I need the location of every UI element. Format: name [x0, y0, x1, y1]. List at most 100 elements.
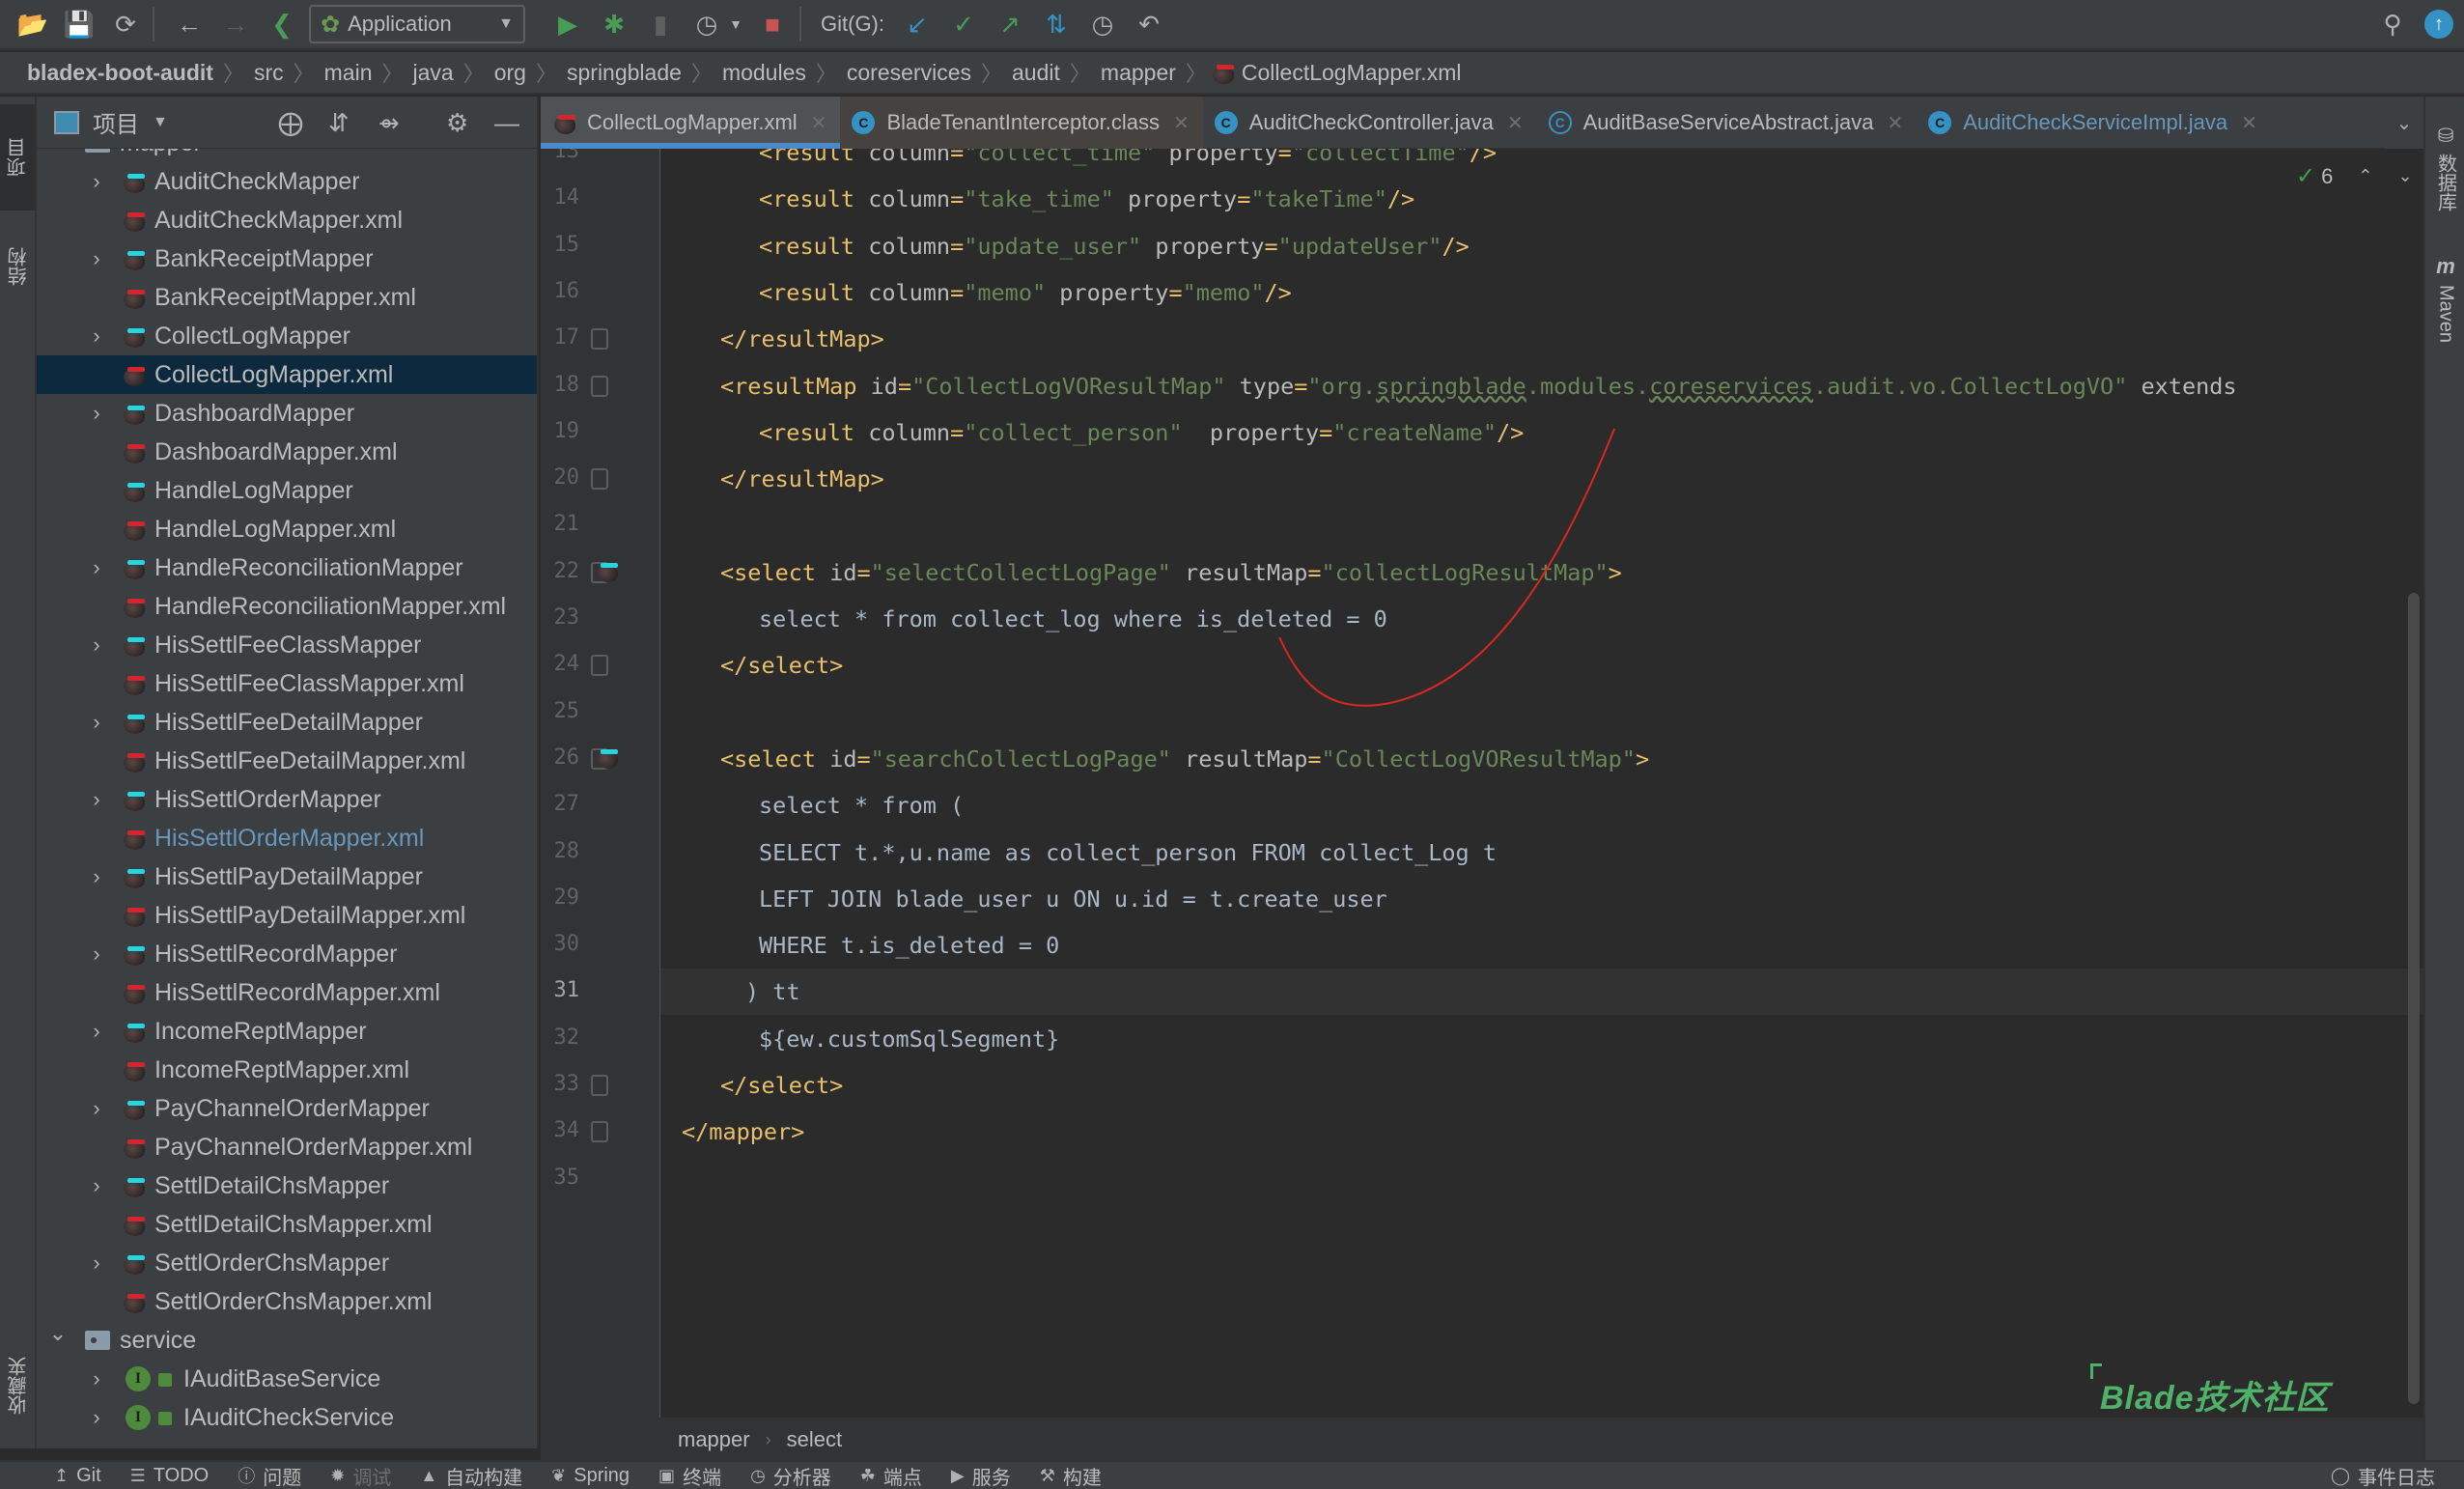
- sync-icon[interactable]: ⟳: [106, 5, 145, 43]
- history-icon[interactable]: ◷: [1083, 5, 1122, 43]
- tree-item[interactable]: › AuditCheckMapper: [37, 162, 537, 201]
- close-tab-icon[interactable]: ✕: [1887, 111, 1903, 135]
- tool-window-terminal[interactable]: ▣ 终端: [658, 1462, 721, 1489]
- update-icon[interactable]: ↑: [2420, 5, 2458, 43]
- tree-item[interactable]: HandleReconciliationMapper.xml: [37, 587, 537, 626]
- chevron-down-icon[interactable]: ⌄: [46, 1321, 70, 1346]
- editor-tab[interactable]: C AuditCheckServiceImpl.java ✕: [1917, 97, 2271, 149]
- chevron-right-icon[interactable]: ›: [85, 632, 108, 658]
- chevron-right-icon[interactable]: ›: [85, 1405, 108, 1430]
- tool-window-profiler[interactable]: ◷ 分析器: [750, 1462, 831, 1489]
- editor-tab[interactable]: CollectLogMapper.xml ✕: [541, 97, 841, 149]
- tool-window-services[interactable]: ▶ 服务: [951, 1462, 1011, 1489]
- breadcrumb-main[interactable]: main: [319, 60, 378, 86]
- hide-panel-icon[interactable]: —: [494, 108, 519, 138]
- tool-window-git[interactable]: ↥ Git: [54, 1465, 101, 1487]
- chevron-right-icon[interactable]: ›: [85, 787, 108, 812]
- show-tabs-chevron-icon[interactable]: ⌄: [2385, 97, 2423, 149]
- tree-item[interactable]: HisSettlFeeClassMapper.xml: [37, 664, 537, 703]
- tree-item[interactable]: › BankReceiptMapper: [37, 239, 537, 278]
- locate-file-icon[interactable]: ⨁: [278, 108, 303, 138]
- tree-item[interactable]: › HisSettlFeeDetailMapper: [37, 703, 537, 742]
- run-configuration-select[interactable]: ✿ Application ▼: [309, 5, 525, 43]
- editor-scrollbar[interactable]: [2408, 593, 2420, 1404]
- breadcrumb-src[interactable]: src: [248, 60, 290, 86]
- tree-item[interactable]: HisSettlOrderMapper.xml: [37, 819, 537, 857]
- save-icon[interactable]: 💾: [60, 5, 98, 43]
- stop-icon[interactable]: ■: [753, 5, 792, 43]
- profile-icon[interactable]: ◷: [687, 5, 726, 43]
- breadcrumb-springblade[interactable]: springblade: [561, 60, 687, 86]
- chevron-down-icon[interactable]: ▼: [153, 114, 168, 131]
- tool-window-todo-list[interactable]: ☰ TODO: [130, 1465, 210, 1487]
- editor-tab[interactable]: C AuditBaseServiceAbstract.java ✕: [1537, 97, 1918, 149]
- tool-window-endpoints[interactable]: ☘ 端点: [860, 1462, 922, 1489]
- tree-item[interactable]: DashboardMapper.xml: [37, 433, 537, 471]
- editor-breadcrumb-select[interactable]: select: [787, 1427, 842, 1452]
- collapse-all-icon[interactable]: ⇴: [378, 108, 400, 138]
- chevron-right-icon[interactable]: ›: [85, 1173, 108, 1198]
- close-tab-icon[interactable]: ✕: [1507, 111, 1524, 135]
- tree-item[interactable]: HisSettlPayDetailMapper.xml: [37, 896, 537, 935]
- tree-item[interactable]: AuditCheckMapper.xml: [37, 201, 537, 239]
- chevron-right-icon[interactable]: ›: [85, 1096, 108, 1121]
- git-commit-icon[interactable]: ✓: [944, 5, 983, 43]
- tree-item[interactable]: › HisSettlOrderMapper: [37, 780, 537, 819]
- search-icon[interactable]: ⚲: [2373, 5, 2412, 43]
- run-icon[interactable]: ▶: [548, 5, 587, 43]
- breadcrumb-mapper[interactable]: mapper: [1095, 60, 1182, 86]
- tree-item[interactable]: › HisSettlRecordMapper: [37, 935, 537, 973]
- editor-tab[interactable]: C BladeTenantInterceptor.class ✕: [840, 97, 1203, 149]
- breadcrumb-project[interactable]: bladex-boot-audit: [21, 60, 219, 86]
- debug-icon[interactable]: ✱: [595, 5, 633, 43]
- close-tab-icon[interactable]: ✕: [811, 111, 827, 135]
- breadcrumb-java[interactable]: java: [407, 60, 460, 86]
- forward-icon[interactable]: →: [216, 5, 255, 43]
- chevron-right-icon[interactable]: ›: [85, 941, 108, 967]
- tree-item[interactable]: › CollectLogMapper: [37, 317, 537, 355]
- tree-item[interactable]: HandleLogMapper.xml: [37, 510, 537, 548]
- breadcrumb-file[interactable]: CollectLogMapper.xml: [1236, 60, 1468, 86]
- editor-breadcrumb-mapper[interactable]: mapper: [678, 1427, 750, 1452]
- favorites-tool-tab[interactable]: 收藏夹: [4, 1323, 33, 1448]
- chevron-right-icon[interactable]: ›: [85, 169, 108, 194]
- structure-tool-tab[interactable]: 结构: [4, 218, 33, 315]
- tree-item[interactable]: HisSettlFeeDetailMapper.xml: [37, 742, 537, 780]
- tool-window-debug[interactable]: ✹ 调试: [330, 1462, 391, 1489]
- tree-item[interactable]: › IncomeReptMapper: [37, 1012, 537, 1051]
- breadcrumb-coreservices[interactable]: coreservices: [841, 60, 977, 86]
- maven-tool-tab[interactable]: m Maven: [2431, 245, 2460, 351]
- tree-item[interactable]: BankReceiptMapper.xml: [37, 278, 537, 317]
- tool-window-spring-leaf[interactable]: ❦ Spring: [551, 1465, 630, 1487]
- chevron-right-icon[interactable]: ›: [85, 710, 108, 735]
- tree-folder[interactable]: ⌄ service: [37, 1321, 537, 1360]
- back-icon[interactable]: ←: [170, 5, 209, 43]
- tree-item[interactable]: › DashboardMapper: [37, 394, 537, 433]
- close-tab-icon[interactable]: ✕: [2241, 111, 2257, 135]
- git-merge-icon[interactable]: ⇅: [1037, 5, 1076, 43]
- editor-tab[interactable]: C AuditCheckController.java ✕: [1203, 97, 1537, 149]
- tree-item[interactable]: HisSettlRecordMapper.xml: [37, 973, 537, 1012]
- code-editor[interactable]: <result column="collect_time" property="…: [541, 149, 2425, 1418]
- tree-item[interactable]: › HandleReconciliationMapper: [37, 548, 537, 587]
- rollback-icon[interactable]: ↶: [1130, 5, 1168, 43]
- chevron-right-icon[interactable]: ›: [85, 864, 108, 889]
- tree-item[interactable]: PayChannelOrderMapper.xml: [37, 1128, 537, 1166]
- project-view-select[interactable]: 项目: [93, 105, 139, 139]
- breadcrumb-org[interactable]: org: [489, 60, 532, 86]
- tree-item[interactable]: › I IAuditCheckService: [37, 1398, 537, 1437]
- git-push-icon[interactable]: ↗: [991, 5, 1029, 43]
- tree-item[interactable]: › PayChannelOrderMapper: [37, 1089, 537, 1128]
- tool-window-build[interactable]: ⚒ 构建: [1040, 1462, 1102, 1489]
- chevron-right-icon[interactable]: ›: [85, 246, 108, 271]
- tree-item[interactable]: › HisSettlPayDetailMapper: [37, 857, 537, 896]
- tree-item[interactable]: › I IAuditBaseService: [37, 1360, 537, 1398]
- chevron-right-icon[interactable]: ›: [85, 1250, 108, 1276]
- tree-item[interactable]: CollectLogMapper.xml: [37, 355, 537, 394]
- database-tool-tab[interactable]: ⛁ 数据库: [2431, 114, 2460, 220]
- profile-dropdown-icon[interactable]: ▼: [726, 5, 745, 43]
- tool-window-auto-build[interactable]: ▲ 自动构建: [420, 1462, 522, 1489]
- chevron-right-icon[interactable]: ›: [85, 555, 108, 580]
- breadcrumb-modules[interactable]: modules: [716, 60, 812, 86]
- breadcrumb-audit[interactable]: audit: [1006, 60, 1066, 86]
